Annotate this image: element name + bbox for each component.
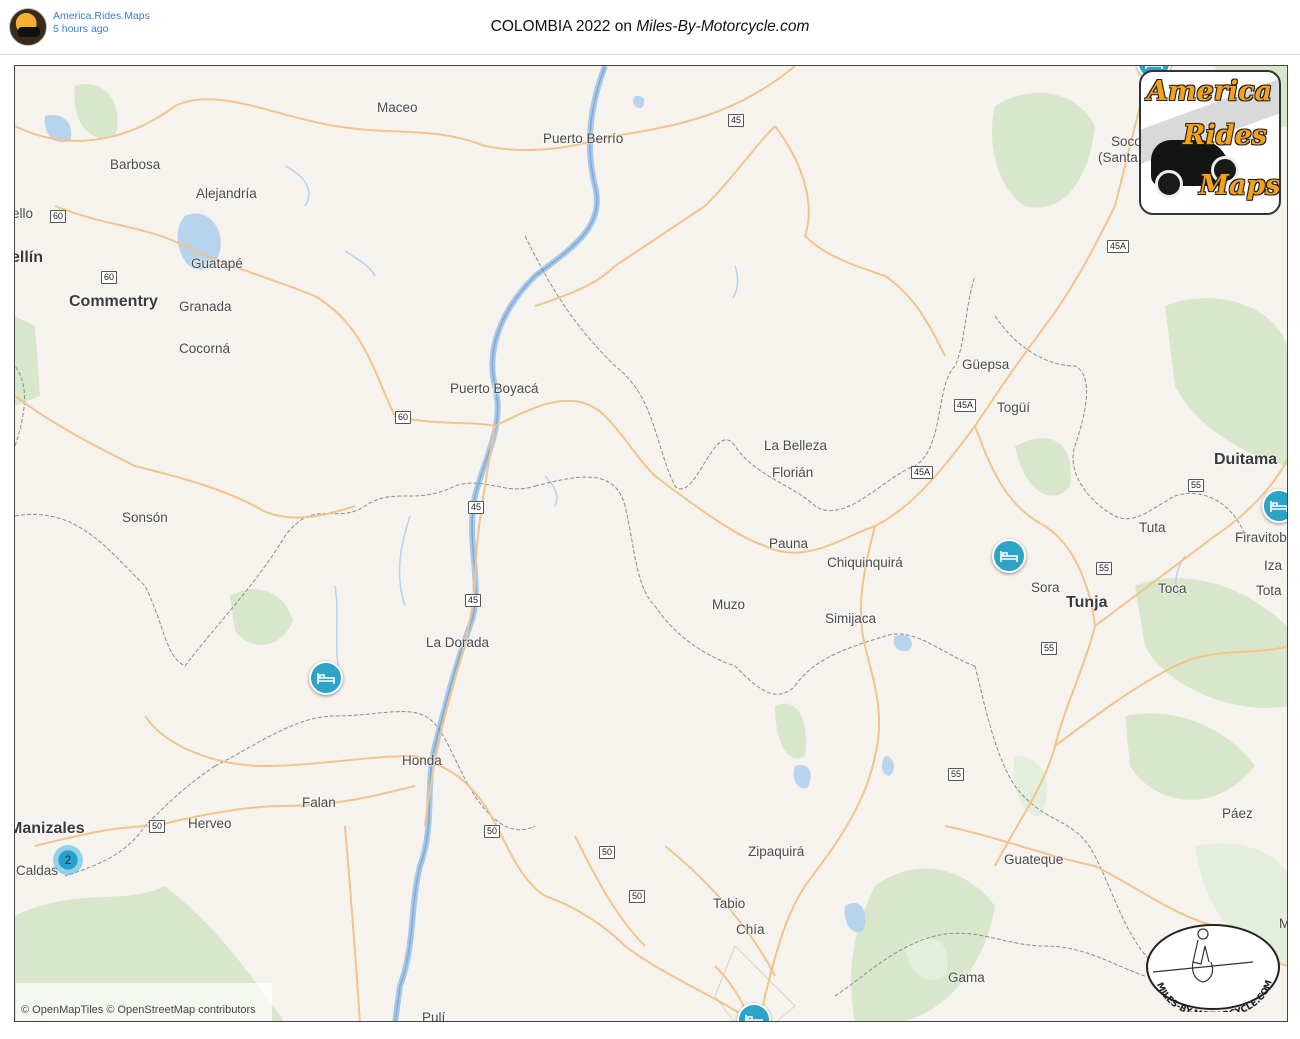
place-simijaca: Simijaca [825,611,877,626]
route-shield: 50 [629,890,646,903]
place-iza: Iza [1264,558,1283,573]
route-shield: 60 [101,271,118,284]
place-bello: Bello [15,206,34,221]
route-shield: 55 [1096,562,1113,575]
place-paez: Páez [1222,806,1253,821]
place-tunja: Tunja [1066,594,1108,611]
map-attribution[interactable]: © OpenMapTiles © OpenStreetMap contribut… [16,983,272,1021]
route-shield: 50 [484,825,501,838]
map-view[interactable]: Maceo Puerto Berrío Barbosa Alejandría B… [14,65,1288,1022]
place-guatape: Guatapé [191,256,243,271]
route-shield: 55 [948,768,965,781]
map-basemap [15,66,1287,1021]
place-guateque: Guateque [1004,852,1064,867]
place-la-dorada: La Dorada [426,635,490,650]
place-chia: Chía [736,922,765,937]
place-toca: Toca [1158,581,1187,596]
place-sonson: Sonsón [122,510,168,525]
place-medellin: ellín [14,249,44,266]
place-chiquinquira: Chiquinquirá [827,555,903,570]
bed-icon [1000,551,1018,562]
logo-line-america: America [1147,76,1273,107]
place-socorro: Soco [1111,134,1142,149]
place-tuta: Tuta [1139,520,1166,535]
place-maceo: Maceo [377,100,418,115]
place-falan: Falan [302,795,336,810]
place-zipaquira: Zipaquirá [748,844,805,859]
route-shield: 60 [395,411,412,424]
bed-icon [1270,501,1287,512]
lodging-marker[interactable] [1262,489,1287,523]
route-shield: 45 [468,501,485,514]
route-shield: 60 [50,210,67,223]
bed-icon [317,673,335,684]
lodging-marker[interactable] [992,539,1026,573]
place-tabio: Tabio [713,896,746,911]
route-shield: 45A [1107,240,1130,253]
logo-line-maps: Maps [1199,170,1281,201]
route-shield: 50 [149,820,166,833]
place-puerto-berrio: Puerto Berrío [543,131,624,146]
place-cocorna: Cocorná [179,341,231,356]
place-herveo: Herveo [188,816,232,831]
title-site: Miles-By-Motorcycle.com [636,18,810,35]
place-commentry: Commentry [69,293,158,310]
place-puli: Pulí [422,1010,446,1022]
place-santander: (Santa [1098,150,1138,165]
post-header: America.Rides.Maps 5 hours ago COLOMBIA … [0,0,1300,55]
wheel-icon [1155,170,1183,198]
route-shield: 45 [728,114,745,127]
marker-cluster[interactable]: 2 [53,845,83,875]
route-shield: 45A [911,466,934,479]
place-togui: Togüí [997,400,1031,415]
america-rides-maps-logo: America Rides Maps [1139,70,1281,215]
place-florian: Florián [772,465,814,480]
place-honda: Honda [402,753,442,768]
route-shield: 50 [599,846,616,859]
place-manizales: Manizales [14,820,85,837]
place-tota: Tota [1256,583,1282,598]
place-alejandria: Alejandría [196,186,257,201]
place-la-belleza: La Belleza [764,438,828,453]
place-guepsa: Güepsa [962,357,1010,372]
place-pauna: Pauna [769,536,809,551]
place-firavitoba: Firavitob [1235,530,1287,545]
route-shield: 55 [1188,479,1205,492]
route-shield: 55 [1041,642,1058,655]
place-sora: Sora [1031,580,1060,595]
post-title: COLOMBIA 2022 on Miles-By-Motorcycle.com [0,18,1300,36]
miles-by-motorcycle-logo: MILES-BY-MOTORCYCLE.COM [1146,924,1280,1012]
place-caldas: Caldas [16,863,59,878]
place-gama: Gama [948,970,985,985]
place-barbosa: Barbosa [110,157,161,172]
title-prefix: COLOMBIA 2022 on [490,18,637,35]
logo-line-rides: Rides [1183,120,1267,151]
place-duitama: Duitama [1214,451,1278,468]
lodging-marker[interactable] [309,661,343,695]
place-granada: Granada [179,299,232,314]
place-puerto-boyaca: Puerto Boyacá [450,381,539,396]
route-shield: 45 [465,594,482,607]
place-muzo: Muzo [712,597,746,612]
bed-icon [745,1015,763,1021]
route-shield: 45A [954,399,977,412]
